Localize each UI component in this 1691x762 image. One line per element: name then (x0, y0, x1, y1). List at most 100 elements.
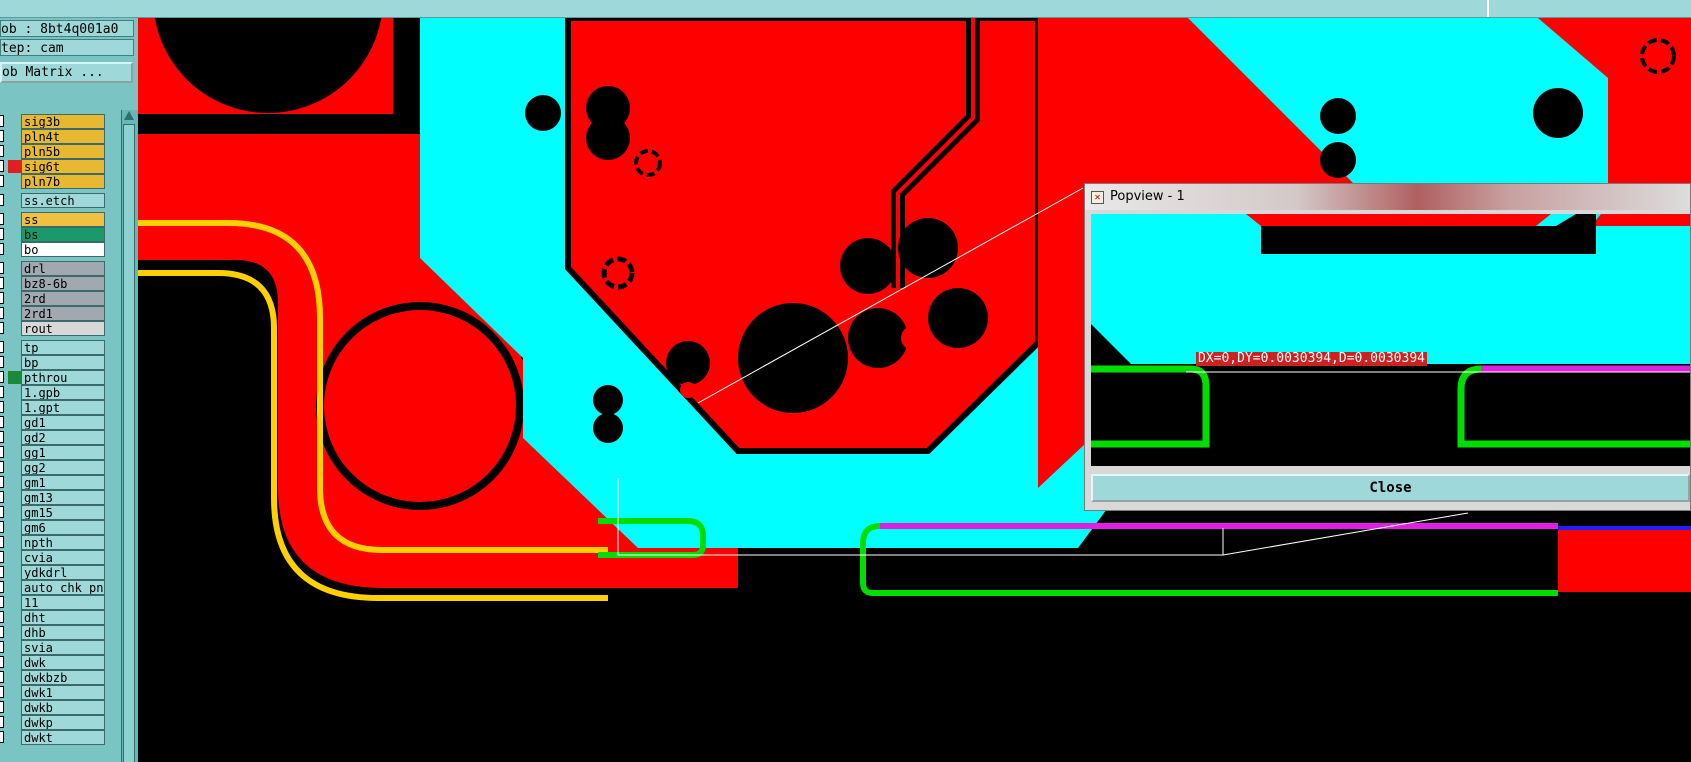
layer-name[interactable]: dwkbzb (21, 670, 105, 685)
layer-affected-checkbox[interactable] (0, 145, 4, 157)
layer-name[interactable]: auto_chk_pn (21, 580, 105, 595)
layer-display-swatch[interactable] (8, 401, 21, 414)
layer-affected-checkbox[interactable] (0, 292, 4, 304)
layer-display-swatch[interactable] (8, 341, 21, 354)
layer-name[interactable]: drl (21, 261, 105, 276)
layer-affected-checkbox[interactable] (0, 307, 4, 319)
layer-display-swatch[interactable] (8, 262, 21, 275)
popview-window[interactable]: ✕ Popview - 1 DX=0,DY=0.0030394,D=0.0030… (1084, 183, 1691, 511)
layer-name[interactable]: pln4t (21, 129, 105, 144)
layer-row[interactable]: ss (0, 212, 105, 227)
layer-row[interactable]: 2rd (0, 291, 105, 306)
layer-name[interactable]: pthrou (21, 370, 105, 385)
layer-row[interactable]: dht (0, 610, 105, 625)
layer-affected-checkbox[interactable] (0, 416, 4, 428)
layer-row[interactable]: dwk (0, 655, 105, 670)
layer-row[interactable]: bo (0, 242, 105, 257)
layer-affected-checkbox[interactable] (0, 446, 4, 458)
layer-display-swatch[interactable] (8, 611, 21, 624)
layer-name[interactable]: bp (21, 355, 105, 370)
layer-row[interactable]: auto_chk_pn (0, 580, 105, 595)
layer-row[interactable]: gm6 (0, 520, 105, 535)
layer-affected-checkbox[interactable] (0, 686, 4, 698)
layer-display-swatch[interactable] (8, 536, 21, 549)
layer-row[interactable]: dwkbzb (0, 670, 105, 685)
layer-name[interactable]: 2rd (21, 291, 105, 306)
job-matrix-button[interactable]: ob Matrix ... (0, 62, 133, 83)
layer-affected-checkbox[interactable] (0, 130, 4, 142)
layer-affected-checkbox[interactable] (0, 461, 4, 473)
layer-affected-checkbox[interactable] (0, 322, 4, 334)
layer-affected-checkbox[interactable] (0, 611, 4, 623)
layer-display-swatch[interactable] (8, 322, 21, 335)
layer-affected-checkbox[interactable] (0, 160, 4, 172)
layer-row[interactable]: gm1 (0, 475, 105, 490)
layer-display-swatch[interactable] (8, 596, 21, 609)
layer-display-swatch[interactable] (8, 307, 21, 320)
layer-display-swatch[interactable] (8, 491, 21, 504)
layer-name[interactable]: gg1 (21, 445, 105, 460)
layer-display-swatch[interactable] (8, 671, 21, 684)
layer-affected-checkbox[interactable] (0, 596, 4, 608)
layer-affected-checkbox[interactable] (0, 386, 4, 398)
layer-affected-checkbox[interactable] (0, 401, 4, 413)
layer-name[interactable]: dwk1 (21, 685, 105, 700)
layer-row[interactable]: tp (0, 340, 105, 355)
layer-affected-checkbox[interactable] (0, 356, 4, 368)
layer-row[interactable]: sig3b (0, 114, 105, 129)
layer-row[interactable]: svia (0, 640, 105, 655)
layer-name[interactable]: bo (21, 242, 105, 257)
layer-row[interactable]: dwk1 (0, 685, 105, 700)
layer-display-swatch[interactable] (8, 521, 21, 534)
layer-display-swatch[interactable] (8, 115, 21, 128)
layer-name[interactable]: dwkt (21, 730, 105, 745)
layer-affected-checkbox[interactable] (0, 731, 4, 743)
layer-row[interactable]: dwkb (0, 700, 105, 715)
layer-display-swatch[interactable] (8, 130, 21, 143)
layer-affected-checkbox[interactable] (0, 521, 4, 533)
layer-row[interactable]: pthrou (0, 370, 105, 385)
layer-row[interactable]: ydkdrl (0, 565, 105, 580)
layer-row[interactable]: 1.gpb (0, 385, 105, 400)
layer-affected-checkbox[interactable] (0, 243, 4, 255)
layer-name[interactable]: dht (21, 610, 105, 625)
layer-name[interactable]: bz8-6b (21, 276, 105, 291)
layer-display-swatch[interactable] (8, 277, 21, 290)
layer-name[interactable]: ss (21, 212, 105, 227)
layer-row[interactable]: pln4t (0, 129, 105, 144)
layer-name[interactable]: gm6 (21, 520, 105, 535)
layer-display-swatch[interactable] (8, 243, 21, 256)
layer-row[interactable]: pln7b (0, 174, 105, 189)
layer-affected-checkbox[interactable] (0, 656, 4, 668)
layer-row[interactable]: sig6t (0, 159, 105, 174)
layer-display-swatch[interactable] (8, 228, 21, 241)
popview-titlebar[interactable]: ✕ Popview - 1 (1085, 184, 1690, 210)
layer-affected-checkbox[interactable] (0, 581, 4, 593)
layer-affected-checkbox[interactable] (0, 213, 4, 225)
layer-name[interactable]: rout (21, 321, 105, 336)
layer-display-swatch[interactable] (8, 566, 21, 579)
layer-affected-checkbox[interactable] (0, 115, 4, 127)
layer-display-swatch[interactable] (8, 716, 21, 729)
layer-row[interactable]: pln5b (0, 144, 105, 159)
layer-row[interactable]: dwkp (0, 715, 105, 730)
layer-name[interactable]: dhb (21, 625, 105, 640)
layer-row[interactable]: dhb (0, 625, 105, 640)
layer-row[interactable]: 2rd1 (0, 306, 105, 321)
layer-display-swatch[interactable] (8, 701, 21, 714)
layer-affected-checkbox[interactable] (0, 566, 4, 578)
layer-name[interactable]: 1.gpt (21, 400, 105, 415)
layer-display-swatch[interactable] (8, 416, 21, 429)
layer-row[interactable]: rout (0, 321, 105, 336)
layer-display-swatch[interactable] (8, 641, 21, 654)
layer-affected-checkbox[interactable] (0, 476, 4, 488)
layer-display-swatch[interactable] (8, 446, 21, 459)
layer-display-swatch[interactable] (8, 356, 21, 369)
layer-name[interactable]: 1.gpb (21, 385, 105, 400)
layer-affected-checkbox[interactable] (0, 641, 4, 653)
layer-row[interactable]: bz8-6b (0, 276, 105, 291)
scroll-thumb[interactable] (123, 124, 135, 762)
layer-affected-checkbox[interactable] (0, 551, 4, 563)
layer-display-swatch[interactable] (8, 626, 21, 639)
layer-affected-checkbox[interactable] (0, 671, 4, 683)
